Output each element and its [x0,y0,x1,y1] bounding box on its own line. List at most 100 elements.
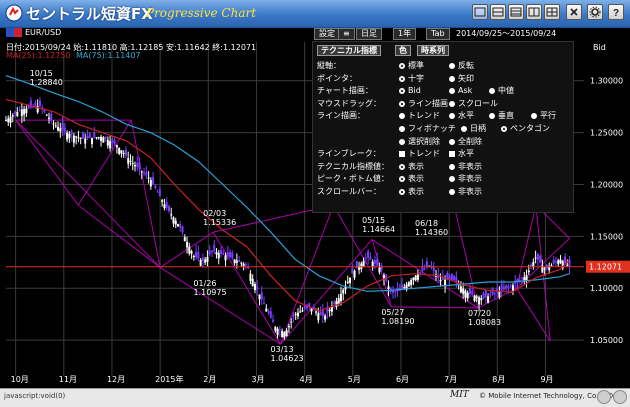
radio-icon[interactable] [501,126,507,132]
radio-icon[interactable] [399,126,405,132]
setting-option[interactable]: トレンド [399,148,440,159]
candle-body [240,262,243,264]
setting-option[interactable]: 非表示 [449,161,482,172]
candle-body [224,255,227,261]
radio-icon[interactable] [489,88,495,95]
radio-icon[interactable] [449,176,455,183]
tab-button[interactable]: Tab [426,28,450,40]
setting-option[interactable]: スクロール [449,98,498,109]
settings-button[interactable]: 設定 [314,28,340,40]
radio-icon[interactable] [489,113,495,120]
radio-icon[interactable] [399,138,405,145]
radio-icon[interactable] [399,113,405,120]
setting-option[interactable]: 垂直 [489,110,514,121]
setting-option[interactable]: 反転 [449,60,474,71]
peak-date-label: 10/15 [30,69,53,78]
setting-option[interactable]: 中値 [489,85,514,96]
radio-icon[interactable] [531,113,537,120]
peak-value-label: 1.10975 [193,288,226,297]
setting-label: ポインタ： [317,73,357,83]
tab-color[interactable]: 色 [395,45,411,56]
candle-body [50,113,53,121]
setting-option[interactable]: Bid [399,85,421,96]
pentagon-line [159,267,281,345]
candle-body [156,191,159,193]
x-tick-label: 7月 [444,375,457,384]
candle-body [272,319,275,323]
candle-body [149,179,152,187]
setting-option[interactable]: 平行 [531,110,556,121]
zoom-in-icon[interactable] [613,390,627,404]
setting-label: ピーク・ボトム値： [317,174,389,184]
candle-body [77,137,80,139]
radio-icon[interactable] [399,88,405,95]
radio-icon[interactable] [449,189,455,195]
x-tick-label: 11月 [59,375,77,384]
checkbox-icon[interactable] [399,151,405,158]
x-tick-label: 6月 [396,375,409,384]
radio-icon[interactable] [399,75,405,82]
radio-icon[interactable] [449,63,455,69]
span-button[interactable]: 1年 [393,28,417,40]
radio-icon[interactable] [449,88,455,95]
setting-option[interactable]: トレンド [399,110,440,121]
candle-body [183,237,186,242]
y-tick-label: 1.20000 [590,180,623,189]
setting-option-label: フィボナッチ [408,124,456,133]
candle-body [172,217,175,224]
radio-icon[interactable] [399,100,405,107]
x-tick-label: 9月 [540,375,553,384]
candle-body [502,286,505,290]
setting-option[interactable]: ペンタゴン [501,123,550,134]
checkbox-icon[interactable] [449,151,455,158]
setting-option[interactable]: 標準 [399,60,424,71]
menu-button[interactable]: ≡ [338,28,355,40]
tab-technical[interactable]: テクニカル指標 [317,45,381,56]
setting-option[interactable]: 非表示 [449,173,482,184]
candle-body [11,115,14,117]
interval-button[interactable]: 日足 [356,28,382,40]
setting-option-label: 垂直 [498,111,514,121]
setting-option[interactable]: 表示 [399,173,424,184]
candle-body [401,284,404,290]
setting-option[interactable]: 日柄 [461,123,486,134]
setting-option[interactable]: 全削除 [449,136,482,147]
candle-body [66,132,69,140]
radio-icon[interactable] [449,75,455,82]
setting-option[interactable]: フィボナッチ [399,123,456,134]
setting-option[interactable]: 非表示 [449,186,482,197]
radio-icon[interactable] [399,189,405,195]
radio-icon[interactable] [449,163,455,170]
setting-option[interactable]: 矢印 [449,73,474,84]
setting-option[interactable]: Ask [449,85,472,96]
candle-body [324,315,327,320]
tab-timeseries[interactable]: 時系列 [417,45,449,56]
peak-date-label: 05/27 [381,308,404,317]
zoom-out-icon[interactable] [597,390,611,404]
radio-icon[interactable] [449,100,455,107]
candle-body [480,298,483,301]
radio-icon[interactable] [399,163,405,170]
symbol-selector[interactable]: EUR/USD [6,28,61,37]
setting-option[interactable]: 選択削除 [399,136,440,147]
candle-body [242,263,245,267]
setting-option[interactable]: ライン描画 [399,98,448,109]
candle-body [97,137,100,139]
setting-option[interactable]: 表示 [399,161,424,172]
candle-body [335,301,338,307]
radio-icon[interactable] [399,63,405,69]
radio-icon[interactable] [449,138,455,145]
setting-option[interactable]: 水平 [449,148,474,159]
radio-icon[interactable] [461,126,467,132]
radio-icon[interactable] [449,113,455,120]
candle-body [238,259,241,262]
setting-option[interactable]: 十字 [399,73,424,84]
setting-option[interactable]: 表示 [399,186,424,197]
setting-option[interactable]: 水平 [449,110,474,121]
candle-body [158,189,161,197]
radio-icon[interactable] [399,176,405,183]
setting-option-label: 反転 [458,61,474,70]
candle-body [201,257,204,261]
candle-body [206,256,209,262]
candle-body [373,259,376,264]
